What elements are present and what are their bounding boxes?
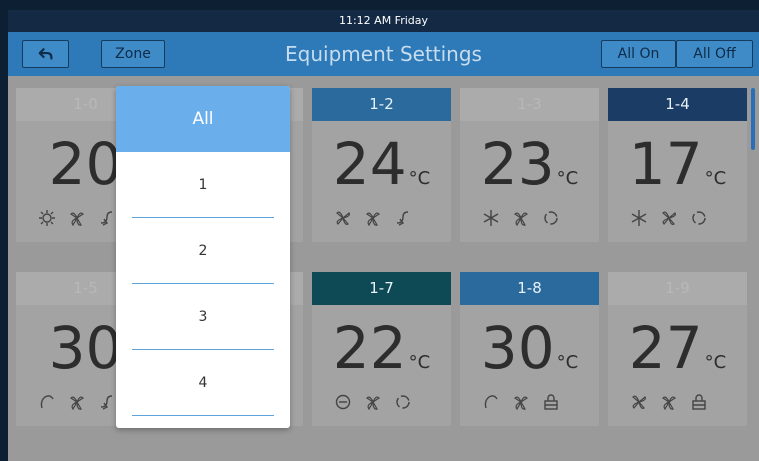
cycle-icon [544, 211, 558, 225]
unit-card-1-7[interactable]: 1-7 22 °C [312, 272, 451, 426]
unit-label: 1-8 [460, 272, 599, 305]
fan-auto-icon [70, 212, 84, 227]
unit-card-1-4[interactable]: 1-4 17 °C [608, 88, 747, 242]
fan-auto-icon [70, 396, 84, 411]
status-time: 11:12 AM Friday [338, 14, 429, 27]
grid-scrollbar[interactable] [751, 88, 755, 150]
fan-auto-icon [366, 396, 380, 411]
unit-label: 1-4 [608, 88, 747, 121]
snowflake-icon [631, 210, 647, 226]
swing-icon [100, 211, 113, 226]
fan-icon [336, 211, 350, 225]
swing-icon [100, 395, 113, 410]
fan-auto-icon [514, 396, 528, 411]
unit-temperature: 17 °C [628, 130, 727, 198]
unit-label: 1-3 [460, 88, 599, 121]
swing-icon [396, 211, 409, 226]
back-button[interactable] [22, 40, 69, 68]
all-off-button[interactable]: All Off [676, 40, 753, 68]
back-arrow-icon [38, 47, 52, 60]
cycle-icon [396, 395, 410, 409]
lock-icon [692, 394, 706, 410]
unit-temperature: 27 °C [628, 314, 727, 382]
zone-button[interactable]: Zone [101, 40, 165, 68]
zone-option-3[interactable]: 3 [116, 284, 290, 350]
unit-label: 1-9 [608, 272, 747, 305]
status-bar: 11:12 AM Friday [8, 10, 759, 32]
lock-icon [544, 394, 558, 410]
unit-card-1-3[interactable]: 1-3 23 °C [460, 88, 599, 242]
dehumidify-icon [484, 395, 498, 409]
all-on-button[interactable]: All On [601, 40, 676, 68]
fan-auto-icon [662, 396, 676, 411]
fan-auto-icon [366, 212, 380, 227]
unit-temperature: 24 °C [332, 130, 431, 198]
unit-label: 1-2 [312, 88, 451, 121]
snowflake-icon [483, 210, 499, 226]
unit-card-1-8[interactable]: 1-8 30 °C [460, 272, 599, 426]
unit-card-1-9[interactable]: 1-9 27 °C [608, 272, 747, 426]
fan-icon [662, 211, 676, 225]
unit-temperature: 23 °C [480, 130, 579, 198]
unit-card-1-2[interactable]: 1-2 24 °C [312, 88, 451, 242]
zone-option-2[interactable]: 2 [116, 218, 290, 284]
zone-option-all[interactable]: All [116, 86, 290, 152]
unit-temperature: 22 °C [332, 314, 431, 382]
zone-dropdown: All 1 2 3 4 [116, 86, 290, 428]
dehumidify-icon [40, 395, 54, 409]
fan-auto-icon [514, 212, 528, 227]
unit-temperature: 30 °C [480, 314, 579, 382]
fan-icon [632, 395, 646, 409]
cycle-icon [692, 211, 706, 225]
top-bar: Equipment Settings Zone All On All Off [8, 32, 759, 76]
sun-icon [39, 210, 55, 226]
zone-option-4[interactable]: 4 [116, 350, 290, 416]
zone-option-1[interactable]: 1 [116, 152, 290, 218]
dry-icon [335, 394, 351, 410]
unit-label: 1-7 [312, 272, 451, 305]
